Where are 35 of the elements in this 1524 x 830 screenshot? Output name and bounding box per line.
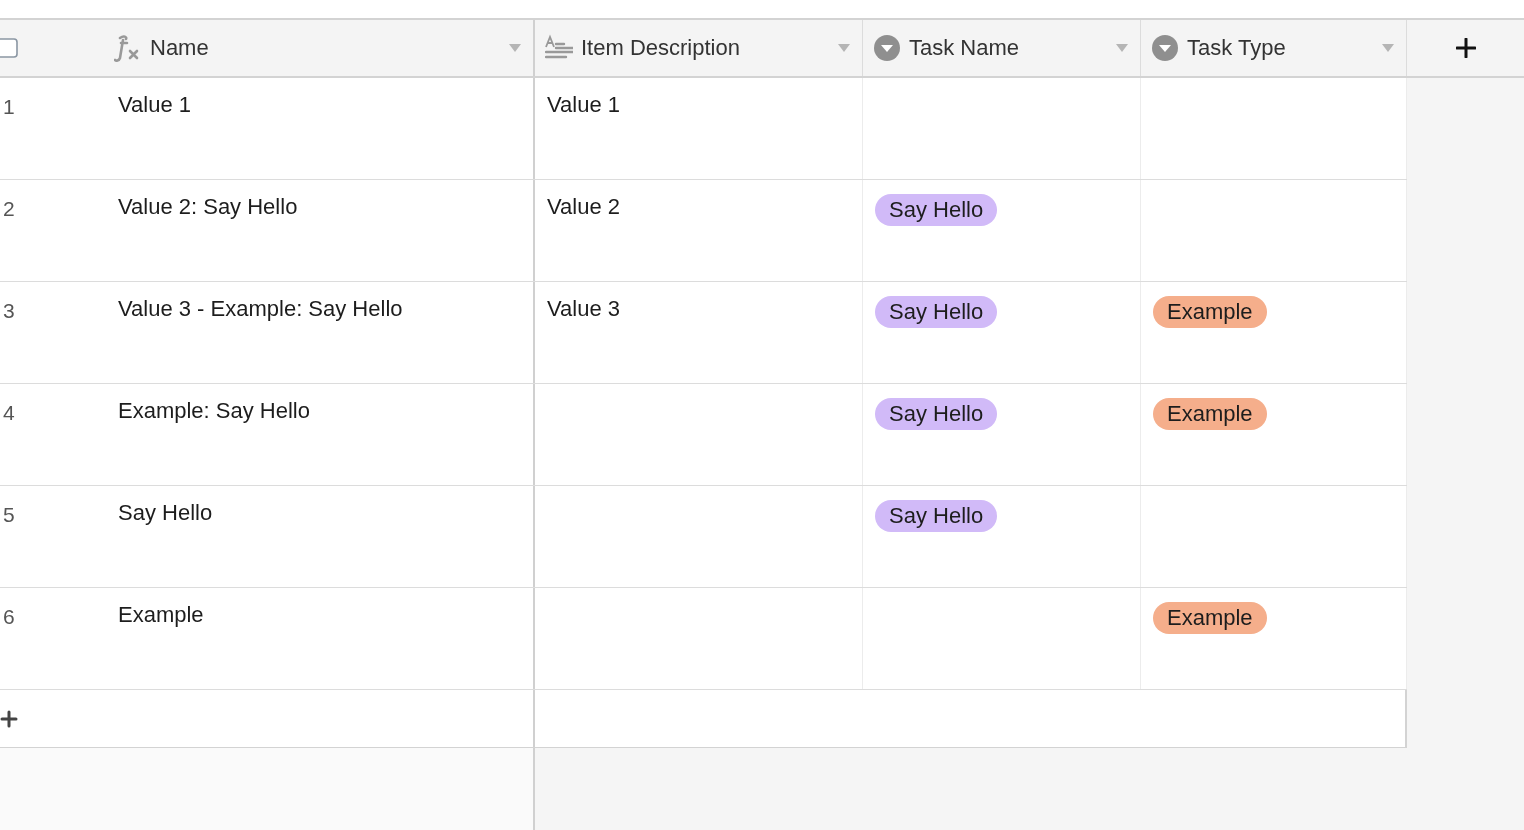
table-cell: Value 2 [547, 194, 620, 220]
add-column-icon[interactable] [1455, 38, 1476, 58]
column-header[interactable]: Task Name [909, 35, 1108, 61]
row-number: 1 [3, 94, 16, 119]
caret-icon[interactable] [1382, 44, 1394, 52]
caret-icon[interactable] [838, 44, 850, 52]
select-tag: Example [1153, 296, 1267, 328]
column-header[interactable]: Task Type [1187, 35, 1374, 61]
row-number: 6 [3, 604, 16, 629]
row-number: 2 [3, 196, 16, 221]
table-cell: Value 1 [547, 92, 620, 118]
select-tag: Example [1153, 398, 1267, 430]
table-cell: Example: Say Hello [118, 398, 310, 424]
row-number: 5 [3, 502, 16, 527]
dropdown-circle-icon [1151, 34, 1179, 62]
add-row-icon[interactable] [0, 708, 20, 729]
select-tag: Say Hello [875, 398, 998, 430]
table-cell: Value 2: Say Hello [118, 194, 298, 220]
row-number: 3 [3, 298, 16, 323]
table-cell: Value 3 - Example: Say Hello [118, 296, 403, 322]
dropdown-circle-icon [873, 34, 901, 62]
table-cell: Say Hello [118, 500, 213, 526]
select-tag: Say Hello [875, 296, 998, 328]
select-tag: Say Hello [875, 194, 998, 226]
caret-icon[interactable] [509, 44, 521, 52]
table-cell: Value 1 [118, 92, 191, 118]
table-cell: Example [118, 602, 204, 628]
table-cell: Value 3 [547, 296, 620, 322]
select-tag: Say Hello [875, 500, 998, 532]
column-header[interactable]: Name [150, 35, 501, 61]
caret-icon[interactable] [1116, 44, 1128, 52]
select-tag: Example [1153, 602, 1267, 634]
checkbox[interactable] [0, 38, 18, 58]
row-number: 4 [3, 400, 16, 425]
column-header[interactable]: Item Description [581, 35, 830, 61]
